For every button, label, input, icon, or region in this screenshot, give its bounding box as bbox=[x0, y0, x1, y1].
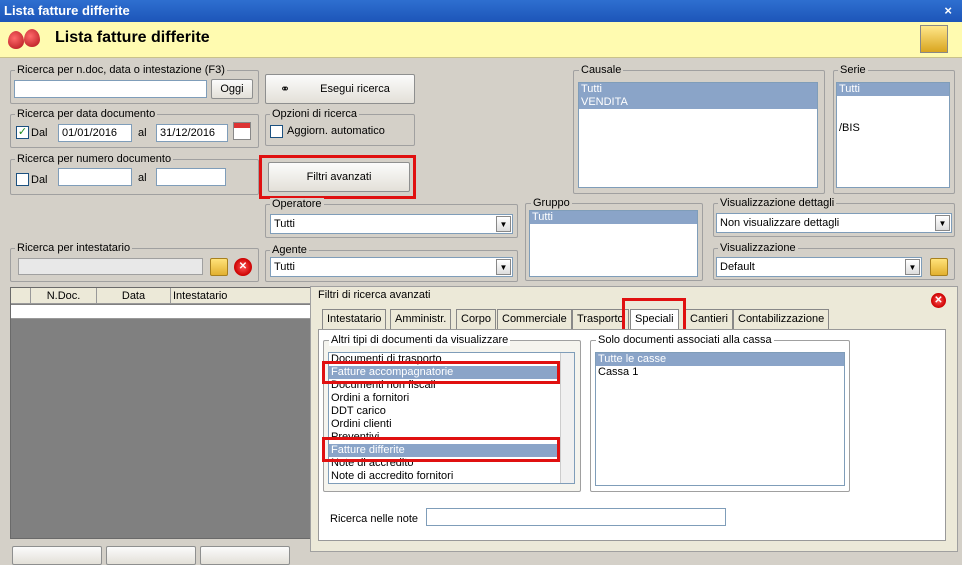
agente-label: Agente bbox=[270, 244, 309, 256]
tab-intestatario[interactable]: Intestatario bbox=[322, 309, 387, 329]
window-titlebar: Lista fatture differite × bbox=[0, 0, 962, 22]
options-label: Opzioni di ricerca bbox=[270, 108, 359, 120]
aggiorn-label: Aggiorn. automatico bbox=[287, 125, 385, 137]
intestatario-input[interactable] bbox=[18, 258, 203, 275]
intestatario-label: Ricerca per intestatario bbox=[15, 242, 133, 254]
aggiorn-checkbox[interactable] bbox=[270, 125, 283, 138]
tab-commerciale[interactable]: Commerciale bbox=[497, 309, 572, 329]
chevron-down-icon[interactable]: ▼ bbox=[496, 216, 511, 232]
close-icon[interactable]: × bbox=[944, 0, 952, 22]
num-dal-checkbox[interactable] bbox=[16, 173, 29, 186]
list-item[interactable]: Note di accredito fornitori bbox=[329, 470, 574, 483]
list-item[interactable]: Ordini clienti bbox=[329, 418, 574, 431]
esegui-ricerca-label: Esegui ricerca bbox=[320, 83, 390, 95]
list-item[interactable]: Tutti bbox=[837, 83, 949, 96]
operatore-label: Operatore bbox=[270, 198, 324, 210]
number-search-label: Ricerca per numero documento bbox=[15, 153, 174, 165]
table-row[interactable] bbox=[11, 305, 314, 319]
highlight-box bbox=[259, 155, 416, 199]
operatore-select[interactable]: Tutti ▼ bbox=[270, 214, 513, 234]
page-title: Lista fatture differite bbox=[55, 29, 210, 46]
checkmark-icon: ✓ bbox=[17, 126, 28, 138]
vis-dettagli-select[interactable]: Non visualizzare dettagli ▼ bbox=[716, 213, 952, 233]
delete-icon[interactable]: ✕ bbox=[234, 258, 252, 276]
results-grid[interactable]: N.Doc. Data Intestatario bbox=[10, 287, 315, 539]
serie-label: Serie bbox=[838, 64, 868, 76]
grid-col-intestatario[interactable]: Intestatario bbox=[173, 288, 313, 304]
toolbar-button[interactable] bbox=[12, 546, 102, 565]
tab-amministr[interactable]: Amministr. bbox=[390, 309, 452, 329]
highlight-box bbox=[322, 437, 560, 462]
vis-dettagli-label: Visualizzazione dettagli bbox=[718, 197, 837, 209]
header: Lista fatture differite bbox=[0, 22, 962, 58]
altri-tipi-label: Altri tipi di documenti da visualizzare bbox=[329, 334, 511, 346]
grid-corner bbox=[11, 288, 31, 304]
strawberry-logo-icon bbox=[24, 29, 40, 47]
list-item[interactable]: Ordini a fornitori bbox=[329, 392, 574, 405]
cassa-list[interactable]: Tutte le casse Cassa 1 bbox=[595, 352, 845, 486]
causale-label: Causale bbox=[579, 64, 624, 76]
serie-list[interactable]: Tutti /BIS bbox=[836, 82, 950, 188]
strawberry-logo-icon bbox=[8, 31, 24, 49]
list-item[interactable]: Tutti bbox=[579, 83, 817, 96]
list-item[interactable]: DDT carico bbox=[329, 405, 574, 418]
grid-col-data[interactable]: Data bbox=[97, 288, 171, 304]
chevron-down-icon[interactable]: ▼ bbox=[496, 259, 511, 275]
visualizzazione-select[interactable]: Default ▼ bbox=[716, 257, 922, 277]
chevron-down-icon[interactable]: ▼ bbox=[935, 215, 950, 231]
agente-select[interactable]: Tutti ▼ bbox=[270, 257, 513, 277]
date-search-label: Ricerca per data documento bbox=[15, 108, 158, 120]
grid-col-ndoc[interactable]: N.Doc. bbox=[31, 288, 97, 304]
gruppo-list[interactable]: Tutti bbox=[529, 210, 698, 277]
highlight-box bbox=[322, 361, 560, 384]
window-title: Lista fatture differite bbox=[4, 3, 130, 18]
binoculars-icon: ⚭ bbox=[280, 82, 291, 96]
ndoc-search-input[interactable] bbox=[14, 80, 207, 98]
folder-icon[interactable] bbox=[930, 258, 948, 276]
visualizzazione-value: Default bbox=[720, 261, 755, 273]
causale-list[interactable]: Tutti VENDITA bbox=[578, 82, 818, 188]
oggi-button[interactable]: Oggi bbox=[211, 79, 253, 99]
num-from-input[interactable] bbox=[58, 168, 132, 186]
advanced-filters-title: Filtri di ricerca avanzati bbox=[318, 289, 431, 301]
num-dal-label: Dal bbox=[31, 174, 48, 186]
ndoc-search-label: Ricerca per n.doc, data o intestazione (… bbox=[15, 64, 227, 76]
date-from-input[interactable]: 01/01/2016 bbox=[58, 124, 132, 142]
list-item[interactable]: Tutte le casse bbox=[596, 353, 844, 366]
close-panel-icon[interactable]: ✕ bbox=[931, 293, 946, 308]
toolbar-button[interactable] bbox=[106, 546, 196, 565]
num-to-input[interactable] bbox=[156, 168, 226, 186]
note-input[interactable] bbox=[426, 508, 726, 526]
grid-header: N.Doc. Data Intestatario bbox=[11, 288, 314, 304]
list-item[interactable]: /BIS bbox=[837, 122, 949, 135]
dal-label: Dal bbox=[31, 127, 48, 139]
date-to-input[interactable]: 31/12/2016 bbox=[156, 124, 228, 142]
tab-corpo[interactable]: Corpo bbox=[456, 309, 496, 329]
list-item[interactable]: VENDITA bbox=[579, 96, 817, 109]
list-item[interactable]: Tutti bbox=[530, 211, 697, 224]
visualizzazione-label: Visualizzazione bbox=[718, 242, 798, 254]
calendar-icon[interactable] bbox=[233, 122, 251, 140]
num-al-label: al bbox=[138, 172, 147, 184]
list-item[interactable] bbox=[837, 96, 949, 109]
toolbar-button[interactable] bbox=[200, 546, 290, 565]
tab-cantieri[interactable]: Cantieri bbox=[685, 309, 733, 329]
chevron-down-icon[interactable]: ▼ bbox=[905, 259, 920, 275]
vis-dettagli-value: Non visualizzare dettagli bbox=[720, 217, 840, 229]
tab-contabilizzazione[interactable]: Contabilizzazione bbox=[733, 309, 830, 329]
al-label: al bbox=[138, 127, 147, 139]
cassa-label: Solo documenti associati alla cassa bbox=[596, 334, 774, 346]
dal-checkbox[interactable]: ✓ bbox=[16, 126, 29, 139]
folder-icon[interactable] bbox=[210, 258, 228, 276]
operatore-value: Tutti bbox=[274, 218, 295, 230]
esegui-ricerca-button[interactable]: ⚭ Esegui ricerca bbox=[265, 74, 415, 104]
note-label: Ricerca nelle note bbox=[330, 513, 419, 525]
gruppo-label: Gruppo bbox=[531, 197, 572, 209]
agente-value: Tutti bbox=[274, 261, 295, 273]
scrollbar[interactable] bbox=[560, 353, 574, 483]
list-item[interactable]: Cassa 1 bbox=[596, 366, 844, 379]
users-help-icon[interactable] bbox=[920, 25, 948, 53]
list-item[interactable] bbox=[837, 109, 949, 122]
tab-trasporto[interactable]: Trasporto bbox=[572, 309, 629, 329]
